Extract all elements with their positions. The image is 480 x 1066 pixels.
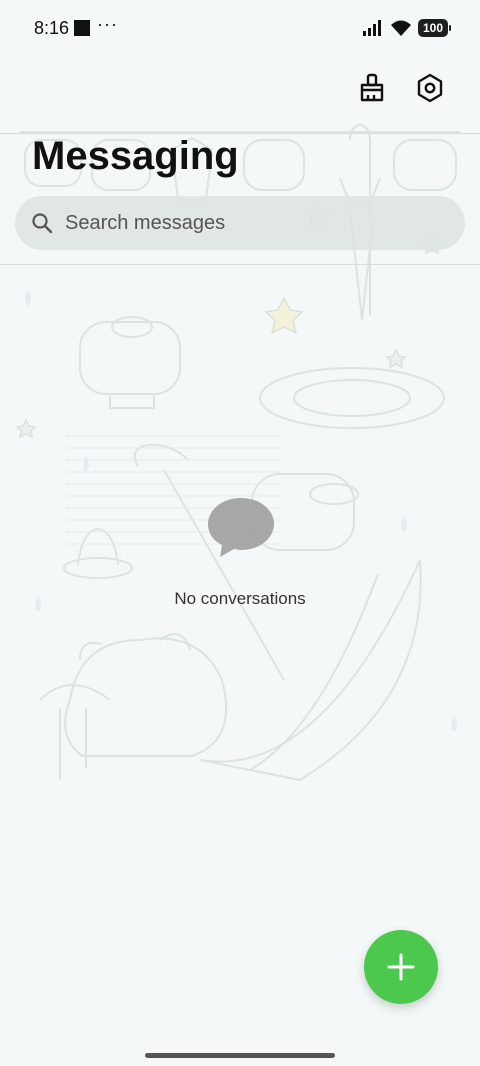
home-indicator[interactable] — [145, 1053, 335, 1058]
more-notifications-icon: ··· — [97, 14, 118, 34]
plus-icon — [387, 953, 415, 981]
search-icon — [32, 213, 53, 234]
page-title: Messaging — [32, 134, 239, 178]
status-time: 8:16 — [34, 18, 70, 38]
search-divider — [0, 264, 480, 265]
broom-icon — [360, 73, 384, 102]
search-bar[interactable]: Search messages — [15, 196, 465, 250]
wifi-icon — [391, 20, 411, 36]
status-bar: 8:16 ··· 100 — [0, 0, 480, 56]
notification-square-icon — [74, 20, 90, 36]
gear-hexagon-icon — [417, 73, 443, 103]
search-input[interactable]: Search messages — [65, 212, 225, 235]
status-icons: 100 — [362, 18, 451, 38]
empty-state-text: No conversations — [174, 589, 306, 608]
chat-bubble-icon — [208, 498, 274, 557]
signal-icon — [363, 20, 381, 36]
clean-button[interactable] — [354, 70, 390, 106]
battery-icon: 100 — [418, 19, 451, 37]
settings-button[interactable] — [412, 70, 448, 106]
new-message-button[interactable] — [364, 930, 438, 1004]
